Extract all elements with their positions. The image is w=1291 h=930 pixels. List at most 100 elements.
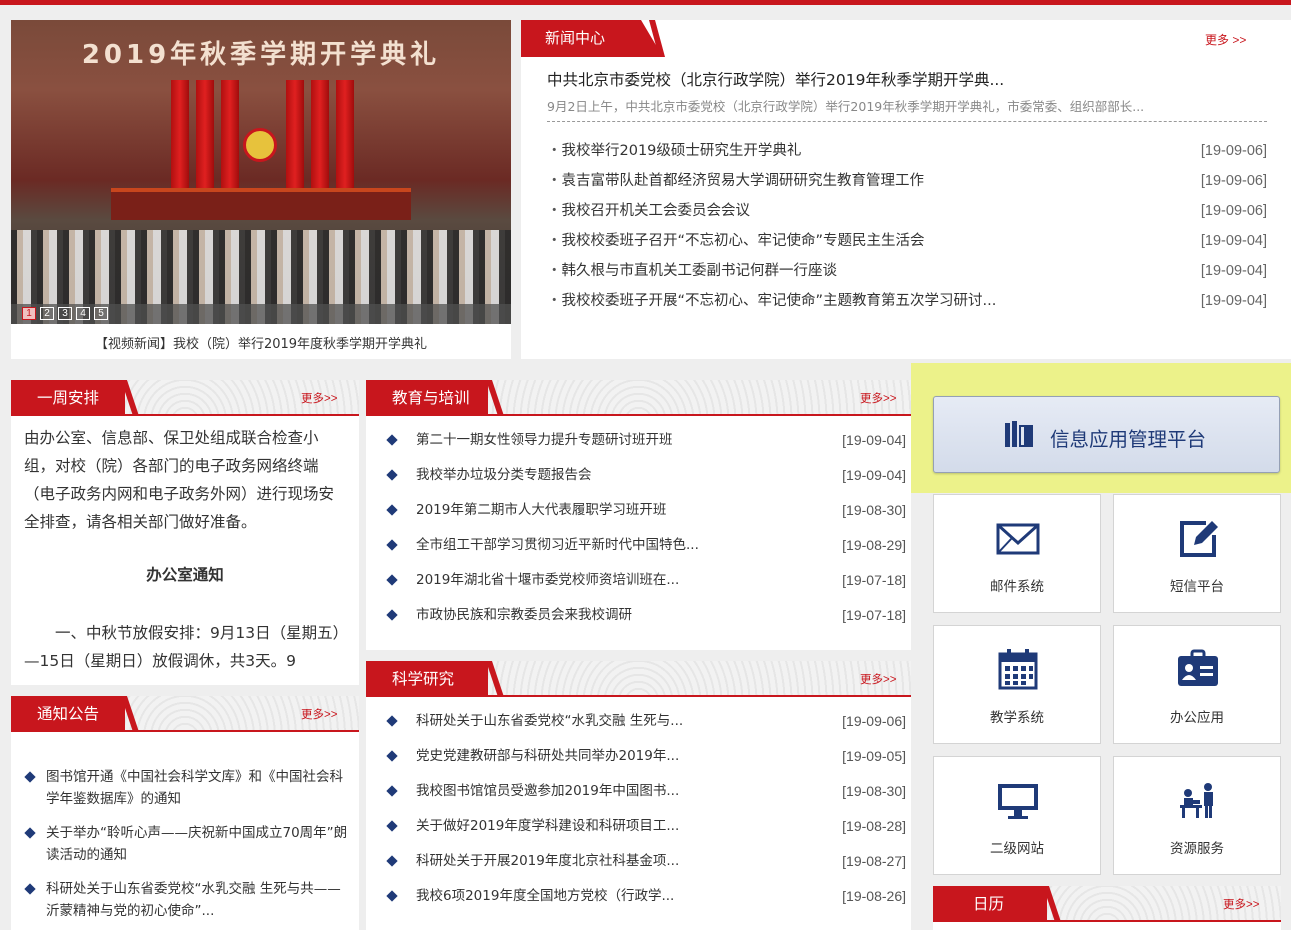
schedule-paragraph: 由办公室、信息部、保卫处组成联合检查小组，对校（院）各部门的电子政务网络终端（电… — [24, 429, 335, 531]
books-icon — [1005, 421, 1033, 447]
slideshow: 2019年秋季学期开学典礼 1 2 3 4 5 【视频新闻】我校（院）举行201… — [11, 20, 511, 359]
calendar-more-link[interactable]: 更多>> — [1223, 896, 1259, 912]
news-title[interactable]: 我校召开机关工会委员会会议 — [547, 200, 751, 230]
item-title[interactable]: 科研处关于开展2019年度北京社科基金项... — [384, 851, 679, 886]
news-title[interactable]: 韩久根与市直机关工委副书记何群一行座谈 — [547, 260, 838, 290]
news-title[interactable]: 袁吉富带队赴首都经济贸易大学调研研究生教育管理工作 — [547, 170, 925, 200]
app-label: 教学系统 — [990, 710, 1044, 726]
slide-banner-text: 2019年秋季学期开学典礼 — [81, 40, 441, 70]
list-item[interactable]: 市政协民族和宗教委员会来我校调研 [19-07-18] — [384, 605, 906, 640]
item-title[interactable]: 2019年第二期市人大代表履职学习班开班 — [384, 500, 666, 535]
list-item[interactable]: 我校图书馆馆员受邀参加2019年中国图书... [19-08-30] — [384, 781, 906, 816]
news-title[interactable]: 我校校委班子召开“不忘初心、牢记使命”专题民主生活会 — [547, 230, 925, 260]
item-title[interactable]: 党史党建教研部与科研处共同举办2019年... — [384, 746, 679, 781]
item-title[interactable]: 市政协民族和宗教委员会来我校调研 — [384, 605, 632, 640]
list-item[interactable]: 韩久根与市直机关工委副书记何群一行座谈 [19-09-04] — [547, 260, 1268, 290]
list-item[interactable]: 我校校委班子召开“不忘初心、牢记使命”专题民主生活会 [19-09-04] — [547, 230, 1268, 260]
item-title[interactable]: 全市组工干部学习贯彻习近平新时代中国特色... — [384, 535, 699, 570]
item-date: [19-09-04] — [842, 432, 906, 448]
research-more-link[interactable]: 更多>> — [860, 671, 896, 687]
list-item[interactable]: 图书馆开通《中国社会科学文库》和《中国社会科学年鉴数据库》的通知 — [24, 766, 354, 810]
item-title[interactable]: 关于做好2019年度学科建设和科研项目工... — [384, 816, 679, 851]
item-title[interactable]: 第二十一期女性领导力提升专题研讨班开班 — [384, 430, 673, 465]
list-item[interactable]: 科研处关于山东省委党校“水乳交融 生死与... [19-09-06] — [384, 711, 906, 746]
education-training: 教育与培训 更多>> 第二十一期女性领导力提升专题研讨班开班 [19-09-04]… — [366, 380, 911, 650]
weekly-more-link[interactable]: 更多>> — [301, 390, 337, 406]
list-item[interactable]: 我校6项2019年度全国地方党校（行政学... [19-08-26] — [384, 886, 906, 921]
item-date: [19-08-30] — [842, 783, 906, 799]
slide-dot[interactable]: 1 — [22, 307, 36, 320]
item-title[interactable]: 我校举办垃圾分类专题报告会 — [384, 465, 592, 500]
list-item[interactable]: 关于举办“聆听心声——庆祝新中国成立70周年”朗读活动的通知 — [24, 822, 354, 866]
section-header: 日历 更多>> — [933, 886, 1281, 922]
item-date: [19-07-18] — [842, 607, 906, 623]
slide-image[interactable]: 2019年秋季学期开学典礼 1 2 3 4 5 — [11, 20, 511, 324]
item-date: [19-07-18] — [842, 572, 906, 588]
list-item[interactable]: 第二十一期女性领导力提升专题研讨班开班 [19-09-04] — [384, 430, 906, 465]
news-date: [19-09-04] — [1200, 233, 1267, 249]
section-header: 教育与培训 更多>> — [366, 380, 911, 416]
monitor-icon — [998, 784, 1038, 819]
news-center-title: 新闻中心 — [521, 20, 663, 57]
slide-caption[interactable]: 【视频新闻】我校（院）举行2019年度秋季学期开学典礼 — [11, 333, 511, 352]
notice-list: 图书馆开通《中国社会科学文库》和《中国社会科学年鉴数据库》的通知 关于举办“聆听… — [24, 766, 354, 930]
notices-title: 通知公告 — [11, 696, 125, 732]
notices: 通知公告 更多>> 图书馆开通《中国社会科学文库》和《中国社会科学年鉴数据库》的… — [11, 696, 359, 930]
app-tile-office[interactable]: 办公应用 — [1113, 625, 1281, 744]
list-item[interactable]: 我校举行2019级硕士研究生开学典礼 [19-09-06] — [547, 140, 1268, 170]
slide-dot[interactable]: 3 — [58, 307, 72, 320]
app-tile-teaching[interactable]: 教学系统 — [933, 625, 1101, 744]
news-date: [19-09-06] — [1200, 173, 1267, 189]
item-title[interactable]: 2019年湖北省十堰市委党校师资培训班在... — [384, 570, 679, 605]
news-summary: 9月2日上午，中共北京市委党校（北京行政学院）举行2019年秋季学期开学典礼，市… — [547, 99, 1145, 114]
item-date: [19-09-04] — [842, 467, 906, 483]
schedule-paragraph: 一、中秋节放假安排：9月13日（星期五）—15日（星期日）放假调休，共3天。9 — [24, 624, 341, 670]
app-label: 二级网站 — [990, 841, 1044, 857]
list-item[interactable]: 科研处关于山东省委党校“水乳交融 生死与共——沂蒙精神与党的初心使命”... — [24, 878, 354, 922]
office-notice-title: 办公室通知 — [146, 566, 224, 584]
news-title[interactable]: 我校举行2019级硕士研究生开学典礼 — [547, 140, 802, 170]
section-header: 通知公告 更多>> — [11, 696, 359, 732]
list-item[interactable]: 2019年第二期市人大代表履职学习班开班 [19-08-30] — [384, 500, 906, 535]
item-date: [19-08-28] — [842, 818, 906, 834]
slide-dot[interactable]: 2 — [40, 307, 54, 320]
weekly-schedule: 由办公室、信息部、保卫处组成联合检查小组，对校（院）各部门的电子政务网络终端（电… — [11, 380, 359, 685]
news-more-link[interactable]: 更多 >> — [1205, 31, 1246, 48]
item-date: [19-08-26] — [842, 888, 906, 904]
list-item[interactable]: 我校召开机关工会委员会会议 [19-09-06] — [547, 200, 1268, 230]
news-title[interactable]: 我校校委班子开展“不忘初心、牢记使命”主题教育第五次学习研讨... — [547, 290, 997, 320]
app-tile-subsite[interactable]: 二级网站 — [933, 756, 1101, 875]
app-tile-mail[interactable]: 邮件系统 — [933, 494, 1101, 613]
list-item[interactable]: 袁吉富带队赴首都经济贸易大学调研研究生教育管理工作 [19-09-06] — [547, 170, 1268, 200]
news-date: [19-09-06] — [1200, 143, 1267, 159]
list-item[interactable]: 我校举办垃圾分类专题报告会 [19-09-04] — [384, 465, 906, 500]
tab-decoration — [486, 380, 504, 416]
item-title[interactable]: 我校6项2019年度全国地方党校（行政学... — [384, 886, 674, 921]
news-date: [19-09-04] — [1200, 263, 1267, 279]
app-label: 办公应用 — [1170, 710, 1224, 726]
app-tile-sms[interactable]: 短信平台 — [1113, 494, 1281, 613]
news-date: [19-09-04] — [1200, 293, 1267, 309]
list-item[interactable]: 科研处关于开展2019年度北京社科基金项... [19-08-27] — [384, 851, 906, 886]
calendar-title: 日历 — [933, 886, 1047, 922]
platform-button[interactable]: 信息应用管理平台 — [933, 396, 1280, 473]
list-item[interactable]: 关于做好2019年度学科建设和科研项目工... [19-08-28] — [384, 816, 906, 851]
list-item[interactable]: 全市组工干部学习贯彻习近平新时代中国特色... [19-08-29] — [384, 535, 906, 570]
item-title[interactable]: 科研处关于山东省委党校“水乳交融 生死与... — [384, 711, 683, 746]
calendar: 日历 更多>> — [933, 886, 1281, 930]
research: 科学研究 更多>> 科研处关于山东省委党校“水乳交融 生死与... [19-09-… — [366, 661, 911, 930]
list-item[interactable]: 党史党建教研部与科研处共同举办2019年... [19-09-05] — [384, 746, 906, 781]
slide-dot[interactable]: 5 — [94, 307, 108, 320]
notices-more-link[interactable]: 更多>> — [301, 706, 337, 722]
tab-decoration — [486, 661, 504, 697]
news-center: 新闻中心 更多 >> 中共北京市委党校（北京行政学院）举行2019年秋季学期开学… — [521, 20, 1291, 359]
education-more-link[interactable]: 更多>> — [860, 390, 896, 406]
list-item[interactable]: 2019年湖北省十堰市委党校师资培训班在... [19-07-18] — [384, 570, 906, 605]
mail-icon — [996, 523, 1040, 555]
slide-dot[interactable]: 4 — [76, 307, 90, 320]
list-item[interactable]: 我校校委班子开展“不忘初心、牢记使命”主题教育第五次学习研讨... [19-09-… — [547, 290, 1268, 320]
item-title[interactable]: 我校图书馆馆员受邀参加2019年中国图书... — [384, 781, 679, 816]
app-tile-resources[interactable]: 资源服务 — [1113, 756, 1281, 875]
platform-label: 信息应用管理平台 — [1050, 428, 1207, 451]
news-headline[interactable]: 中共北京市委党校（北京行政学院）举行2019年秋季学期开学典... — [547, 68, 1004, 90]
